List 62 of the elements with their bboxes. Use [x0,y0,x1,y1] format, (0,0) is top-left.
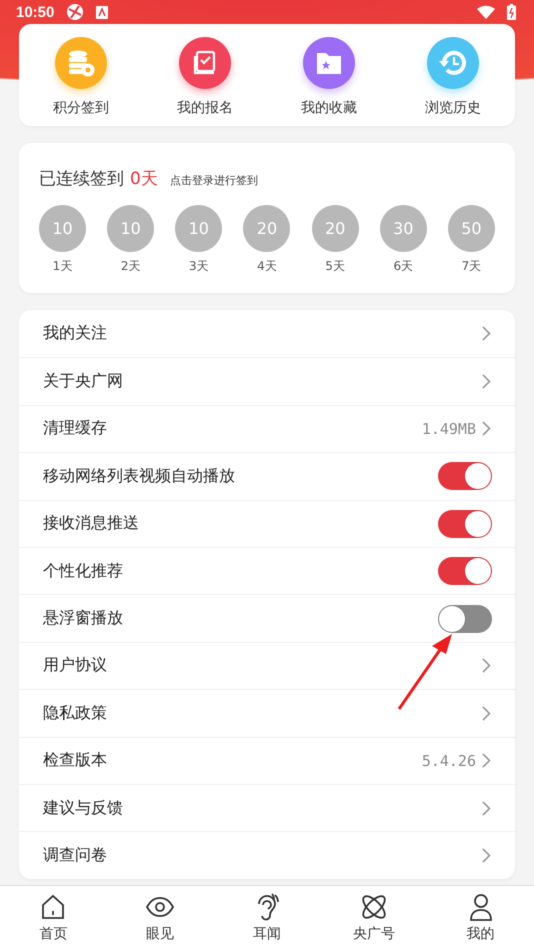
day-label: 2天 [120,258,140,275]
shortcut-button[interactable]: 浏览历史 [391,24,515,117]
login-hint: 点击登录进行签到 [170,173,258,188]
shortcut-button[interactable]: 我的收藏 [267,24,391,117]
points-circle: 10 [39,205,86,252]
checkin-days: 0天 [130,167,158,190]
chevron-icon [482,374,491,390]
setting-label: 建议与反馈 [43,798,124,819]
chevron-icon [482,848,491,863]
toggle-switch[interactable] [438,557,492,586]
points-circle: 10 [107,205,154,252]
setting-value: 5.4.26 [422,752,476,770]
setting-label: 个性化推荐 [43,560,124,582]
chevron-icon [482,326,491,342]
setting-value: 1.49MB [422,420,476,438]
setting-label: 隐私政策 [43,702,108,724]
setting-label: 关于央广网 [43,371,124,392]
status-time: 10:50 [16,4,54,20]
chevron-icon [482,658,491,674]
nav-tab[interactable]: 我的 [427,886,534,950]
nav-tab[interactable]: 耳闻 [214,886,320,950]
points-circle: 30 [380,205,427,252]
day-label: 5天 [325,258,345,275]
chevron-icon [482,800,491,816]
history-icon [438,48,468,78]
person-icon [468,893,494,921]
points-circle: 10 [175,205,222,252]
setting-label: 调查问卷 [43,844,108,866]
wifi-icon [477,5,495,19]
setting-label: 悬浮窗播放 [43,608,124,630]
chevron-icon [482,706,491,721]
day-label: 7天 [462,258,482,275]
toggle-switch[interactable] [438,510,492,538]
shortcut-button[interactable]: 我的报名 [143,24,267,117]
coins-icon [66,48,96,78]
setting-label: 检查版本 [43,750,108,772]
day-label: 3天 [188,258,209,275]
nav-tab[interactable]: 央广号 [320,886,428,950]
checkin-title: 已连续签到 [39,168,124,190]
setting-label: 用户协议 [43,655,108,676]
toggle-switch[interactable] [438,462,492,490]
setting-label: 移动网络列表视频自动播放 [43,466,236,487]
shortcut-button[interactable]: 积分签到 [19,24,143,117]
day-label: 4天 [257,258,277,275]
nav-tab[interactable]: 眼见 [106,886,214,950]
setting-label: 接收消息推送 [43,513,140,534]
setting-label: 我的关注 [43,323,108,344]
day-label: 6天 [393,258,414,275]
toggle-switch[interactable] [438,604,492,633]
chevron-icon [482,421,491,436]
points-circle: 50 [448,205,495,252]
app-notification-icon [66,3,84,21]
folder-icon [315,50,343,76]
points-circle: 20 [312,205,359,252]
nav-tab[interactable]: 首页 [0,886,107,950]
eye-icon [145,896,176,918]
day-label: 1天 [52,258,72,275]
chevron-icon [482,753,491,768]
points-circle: 20 [243,205,290,252]
keyboard-notification-icon [96,6,108,18]
setting-label: 清理缓存 [43,418,108,440]
battery-icon [507,4,516,20]
